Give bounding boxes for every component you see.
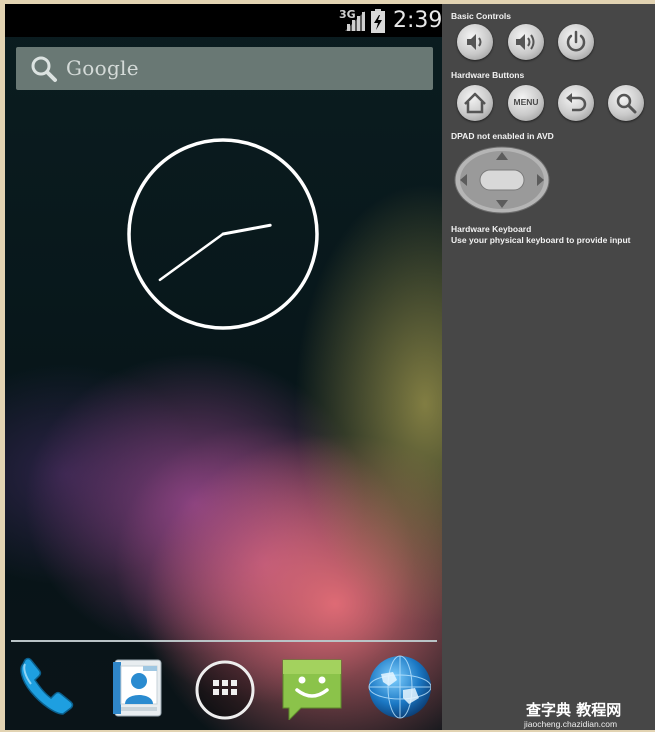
back-icon <box>566 93 587 112</box>
phone-app-icon[interactable] <box>15 654 79 720</box>
messaging-icon <box>282 659 342 722</box>
app-drawer-button[interactable] <box>191 654 255 720</box>
menu-button[interactable]: MENU <box>508 85 544 121</box>
search-button[interactable] <box>608 85 644 121</box>
watermark-title: 查字典 教程网 <box>526 701 622 719</box>
menu-button-label: MENU <box>513 97 539 107</box>
hardware-buttons-title: Hardware Buttons <box>451 70 525 80</box>
home-button[interactable] <box>457 85 493 121</box>
clock-minute-hand <box>158 232 225 282</box>
status-time: 2:39 <box>393 8 442 33</box>
power-icon <box>566 30 586 52</box>
volume-up-icon <box>516 34 535 50</box>
site-watermark: 查字典 教程网 jiaocheng.chazidian.com <box>522 699 646 731</box>
battery-charging-icon <box>371 9 385 33</box>
home-icon <box>464 92 486 114</box>
device-screen[interactable]: 3G 2:39 Google <box>5 4 442 730</box>
power-button[interactable] <box>558 24 594 60</box>
emulator-window: 3G 2:39 Google Basic Controls Hardware B… <box>0 0 655 732</box>
back-button[interactable] <box>558 85 594 121</box>
volume-up-button[interactable] <box>508 24 544 60</box>
basic-controls-title: Basic Controls <box>451 11 511 21</box>
status-bar: 3G 2:39 <box>5 4 442 37</box>
dpad-title: DPAD not enabled in AVD <box>451 131 554 141</box>
browser-globe-icon <box>368 655 432 719</box>
wallpaper <box>5 4 442 730</box>
dpad-center-button[interactable] <box>479 169 525 191</box>
search-icon <box>616 93 637 114</box>
hardware-keyboard-hint: Use your physical keyboard to provide in… <box>451 235 631 245</box>
dock-divider <box>11 640 437 642</box>
search-icon <box>31 56 57 82</box>
search-bar-label: Google <box>66 56 139 80</box>
analog-clock-widget[interactable] <box>125 136 321 332</box>
google-search-bar[interactable]: Google <box>16 47 433 90</box>
app-launcher-icon <box>195 660 255 720</box>
volume-down-button[interactable] <box>457 24 493 60</box>
contacts-icon <box>113 659 162 717</box>
phone-icon <box>20 657 74 715</box>
emulator-controls-panel: Basic Controls Hardware Buttons MENU DPA… <box>442 4 655 730</box>
messaging-app-icon[interactable] <box>279 654 343 722</box>
browser-app-icon[interactable] <box>367 654 432 720</box>
hardware-keyboard-title: Hardware Keyboard <box>451 224 532 234</box>
signal-strength-icon <box>345 11 365 31</box>
clock-hour-hand <box>221 223 272 236</box>
contacts-app-icon[interactable] <box>105 654 169 720</box>
watermark-url: jiaocheng.chazidian.com <box>524 719 618 729</box>
dpad-control[interactable] <box>454 146 550 214</box>
volume-down-icon <box>467 34 482 50</box>
